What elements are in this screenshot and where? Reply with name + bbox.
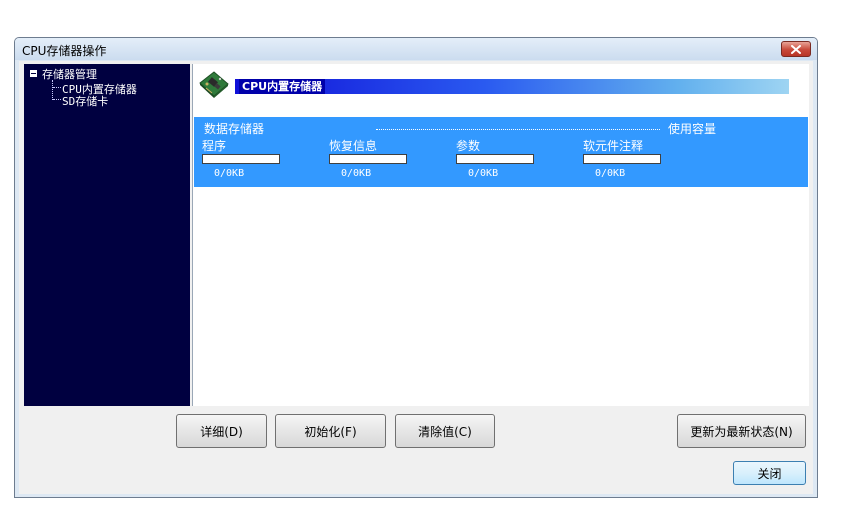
dotted-separator <box>376 129 660 130</box>
usage-bar <box>202 154 280 164</box>
memory-item-label: 恢复信息 <box>329 139 378 153</box>
window-title: CPU存储器操作 <box>22 44 107 58</box>
clear-value-button[interactable]: 清除值(C) <box>395 414 495 448</box>
memory-item-value: 0/0KB <box>214 168 245 179</box>
tree-connector <box>53 99 61 100</box>
collapse-icon[interactable] <box>30 70 37 77</box>
memory-item-value: 0/0KB <box>595 168 626 179</box>
cpu-memory-operation-window: CPU存储器操作 存储器管理 CPU内置存储器 SD存储卡 CPU内置存储器 数… <box>14 37 818 498</box>
title-bar[interactable]: CPU存储器操作 <box>15 38 817 60</box>
tree-connector <box>53 87 61 88</box>
memory-header-title: CPU内置存储器 <box>239 79 326 94</box>
tree-connector <box>52 80 53 100</box>
tree-node-sd-card[interactable]: SD存储卡 <box>62 93 108 109</box>
memory-item-label: 参数 <box>456 139 481 153</box>
usage-capacity-label: 使用容量 <box>668 122 717 136</box>
usage-bar <box>583 154 661 164</box>
close-icon <box>791 44 801 54</box>
memory-item-label: 软元件注释 <box>583 139 644 153</box>
close-button[interactable]: 关闭 <box>733 461 806 485</box>
details-button[interactable]: 详细(D) <box>176 414 267 448</box>
memory-item-value: 0/0KB <box>468 168 499 179</box>
data-memory-panel[interactable]: 数据存储器 使用容量 程序 0/0KB 恢复信息 0/0KB 参数 0/0KB <box>194 117 808 187</box>
refresh-status-button[interactable]: 更新为最新状态(N) <box>677 414 806 448</box>
tree-node-label: 存储器管理 <box>42 67 97 81</box>
tree-node-memory-management[interactable]: 存储器管理 <box>30 67 97 81</box>
window-close-button[interactable] <box>781 41 811 57</box>
data-memory-title: 数据存储器 <box>204 122 265 136</box>
dialog-client-area: 存储器管理 CPU内置存储器 SD存储卡 CPU内置存储器 数据存储器 使用容量… <box>19 61 813 494</box>
memory-item-value: 0/0KB <box>341 168 372 179</box>
usage-bar <box>456 154 534 164</box>
memory-detail-pane: CPU内置存储器 数据存储器 使用容量 程序 0/0KB 恢复信息 0/0KB … <box>192 64 809 406</box>
memory-chip-icon <box>199 71 229 98</box>
usage-bar <box>329 154 407 164</box>
initialize-button[interactable]: 初始化(F) <box>275 414 386 448</box>
memory-header-bar: CPU内置存储器 <box>235 79 789 94</box>
memory-item-label: 程序 <box>202 139 227 153</box>
memory-tree[interactable]: 存储器管理 CPU内置存储器 SD存储卡 <box>24 64 190 406</box>
